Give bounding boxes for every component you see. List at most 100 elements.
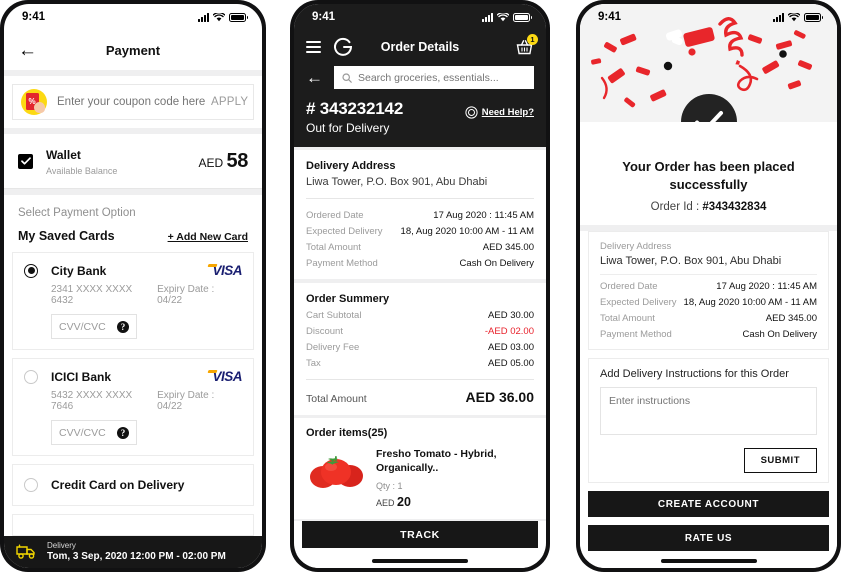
meta-row: Payment Method Cash On Delivery bbox=[600, 329, 817, 340]
meta-row: Expected Delivery 18, Aug 2020 10:00 AM … bbox=[306, 226, 534, 237]
cod-label: Credit Card on Delivery bbox=[51, 478, 185, 492]
page-title: Payment bbox=[105, 42, 161, 58]
wallet-subtitle: Available Balance bbox=[46, 166, 118, 177]
order-meta-section: Ordered Date 17 Aug 2020 : 11:45 AM Expe… bbox=[294, 199, 546, 280]
order-item-qty: Qty : 1 bbox=[376, 480, 403, 491]
meta-label: Expected Delivery bbox=[306, 226, 383, 238]
delivery-instructions-card: Add Delivery Instructions for this Order… bbox=[588, 358, 829, 484]
order-id-row: Order Id : #343432834 bbox=[580, 193, 837, 225]
cvv-field[interactable]: CVV/CVC ? bbox=[51, 420, 137, 445]
summary-row: Delivery Fee AED 03.00 bbox=[306, 342, 534, 353]
meta-row: Ordered Date 17 Aug 2020 : 11:45 AM bbox=[306, 210, 534, 221]
success-body: Your Order has been placed successfully … bbox=[580, 122, 837, 554]
wallet-option-row[interactable]: Wallet Available Balance AED 58 bbox=[4, 134, 262, 189]
apply-coupon-button[interactable]: APPLY bbox=[211, 96, 248, 108]
card-radio-unselected[interactable] bbox=[24, 369, 38, 384]
credit-card-on-delivery-option[interactable]: Credit Card on Delivery bbox=[12, 464, 254, 506]
order-id-label: Order Id : bbox=[650, 201, 703, 214]
cart-badge: 1 bbox=[527, 33, 538, 45]
delivery-slot-text: Delivery Tom, 3 Sep, 2020 12:00 PM - 02:… bbox=[47, 541, 226, 564]
select-payment-label: Select Payment Option bbox=[4, 195, 262, 229]
screenshot-stage: 9:41 ← Payment % APPLY bbox=[0, 0, 841, 572]
instructions-textarea[interactable] bbox=[600, 387, 817, 436]
summary-label: Discount bbox=[306, 325, 343, 337]
cellular-signal-icon bbox=[198, 12, 209, 22]
order-header-text: # 343232142 Out for Delivery bbox=[306, 99, 403, 135]
delivery-truck-icon bbox=[16, 544, 38, 560]
submit-row: SUBMIT bbox=[600, 448, 817, 474]
shopping-basket-icon[interactable]: 1 bbox=[515, 33, 538, 57]
card-expiry: Expiry Date : 04/22 bbox=[157, 390, 215, 412]
meta-row: Payment Method Cash On Delivery bbox=[306, 258, 534, 269]
cvv-field[interactable]: CVV/CVC ? bbox=[51, 314, 137, 339]
summary-row: Cart Subtotal AED 30.00 bbox=[306, 310, 534, 321]
order-item-amount: 20 bbox=[397, 494, 411, 509]
instructions-title: Add Delivery Instructions for this Order bbox=[600, 368, 789, 381]
search-box[interactable] bbox=[334, 66, 534, 89]
payment-header: ← Payment bbox=[4, 30, 262, 70]
page-title: Order Details bbox=[380, 40, 460, 54]
search-input[interactable] bbox=[358, 71, 526, 84]
total-row: Total Amount AED 36.00 bbox=[294, 379, 546, 415]
need-help-label[interactable]: Need Help? bbox=[482, 107, 534, 118]
divider bbox=[4, 70, 262, 76]
search-row: ← bbox=[294, 64, 546, 99]
meta-label: Total Amount bbox=[306, 242, 361, 254]
wallet-text: Wallet Available Balance bbox=[46, 146, 199, 176]
meta-value: 17 Aug 2020 : 11:45 AM bbox=[433, 210, 534, 222]
summary-value: AED 03.00 bbox=[488, 341, 534, 353]
coupon-input[interactable] bbox=[47, 96, 211, 109]
status-bar: 9:41 bbox=[4, 4, 262, 30]
order-header: # 343232142 Out for Delivery Need Help? bbox=[294, 99, 546, 147]
visa-logo-icon: VISA bbox=[212, 263, 242, 278]
order-item-currency: AED bbox=[376, 497, 395, 508]
status-bar-indicators bbox=[773, 12, 823, 22]
card-header: ICICI Bank VISA bbox=[24, 369, 242, 384]
track-button[interactable]: TRACK bbox=[302, 521, 538, 548]
delivery-slot-bar[interactable]: Delivery Tom, 3 Sep, 2020 12:00 PM - 02:… bbox=[4, 536, 262, 568]
meta-value: Cash On Delivery bbox=[459, 258, 534, 270]
delivery-address-value: Liwa Tower, P.O. Box 901, Abu Dhabi bbox=[306, 176, 488, 189]
phone-order-details: 9:41 Order Details 1 ← Search groceries,… bbox=[290, 0, 550, 572]
wallet-currency: AED bbox=[198, 155, 224, 170]
order-details-top: 9:41 Order Details 1 ← Search groceries,… bbox=[294, 4, 546, 147]
meta-label: Payment Method bbox=[306, 258, 378, 270]
meta-row: Total Amount AED 345.00 bbox=[600, 313, 817, 324]
order-id-value: #343432834 bbox=[702, 201, 767, 214]
add-new-card-button[interactable]: + Add New Card bbox=[168, 231, 248, 243]
submit-button[interactable]: SUBMIT bbox=[743, 448, 817, 474]
delivery-slot: Tom, 3 Sep, 2020 12:00 PM - 02:00 PM bbox=[47, 550, 226, 562]
rate-us-button[interactable]: RATE US bbox=[588, 525, 829, 552]
battery-icon bbox=[513, 12, 532, 22]
total-value: AED 36.00 bbox=[465, 388, 534, 405]
card-radio-selected[interactable] bbox=[24, 263, 38, 278]
card-number: 5432 XXXX XXXX 7646 bbox=[51, 390, 133, 412]
card-bank-name: City Bank bbox=[51, 263, 107, 278]
question-mark-icon[interactable]: ? bbox=[117, 426, 129, 439]
create-account-button[interactable]: CREATE ACCOUNT bbox=[588, 491, 829, 518]
wallet-balance: AED 58 bbox=[198, 150, 249, 173]
order-items-title: Order items(25) bbox=[294, 418, 546, 447]
summary-value-discount: -AED 02.00 bbox=[484, 325, 534, 337]
battery-icon bbox=[229, 12, 248, 22]
delivery-address-section: Delivery Address Liwa Tower, P.O. Box 90… bbox=[294, 150, 546, 199]
order-item-name: Fresho Tomato - Hybrid, Organically.. bbox=[376, 448, 497, 474]
cod-radio-unselected[interactable] bbox=[24, 478, 38, 492]
extra-option-placeholder bbox=[12, 514, 254, 536]
summary-row: Tax AED 05.00 bbox=[306, 358, 534, 369]
status-bar-time: 9:41 bbox=[598, 11, 622, 23]
cvv-placeholder: CVV/CVC bbox=[59, 426, 106, 439]
order-item-row[interactable]: Fresho Tomato - Hybrid, Organically.. Qt… bbox=[294, 446, 546, 519]
need-help-button[interactable]: Need Help? bbox=[465, 106, 534, 119]
wifi-icon bbox=[213, 12, 225, 22]
back-arrow-icon[interactable]: ← bbox=[306, 69, 323, 86]
wallet-checkbox[interactable] bbox=[18, 153, 33, 169]
question-mark-icon[interactable]: ? bbox=[117, 320, 129, 333]
saved-card-icici-bank[interactable]: ICICI Bank VISA 5432 XXXX XXXX 7646 Expi… bbox=[12, 358, 254, 456]
cvv-placeholder: CVV/CVC bbox=[59, 320, 106, 333]
status-bar-indicators bbox=[482, 12, 532, 22]
saved-cards-header: My Saved Cards + Add New Card bbox=[4, 229, 262, 252]
saved-card-city-bank[interactable]: City Bank VISA 2341 XXXX XXXX 6432 Expir… bbox=[12, 252, 254, 350]
meta-value: 18, Aug 2020 10:00 AM - 11 AM bbox=[683, 297, 817, 309]
delivery-address-title: Delivery Address bbox=[600, 241, 672, 253]
